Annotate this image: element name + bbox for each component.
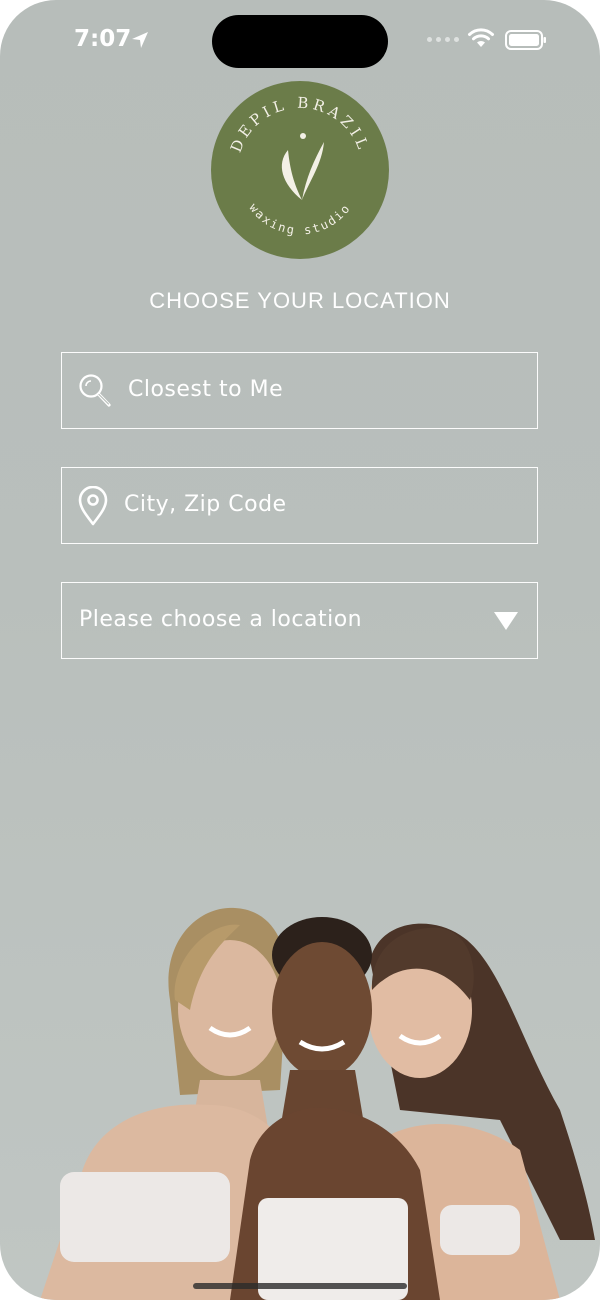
home-indicator[interactable]	[193, 1283, 407, 1289]
depil-brazil-logo: DEPIL BRAZIL waxing studio	[211, 81, 389, 259]
search-icon	[79, 374, 111, 407]
dropdown-triangle-icon	[494, 612, 518, 630]
hero-photo-three-women	[40, 907, 595, 1300]
city-zip-placeholder: City, Zip Code	[124, 492, 287, 517]
city-zip-input[interactable]: City, Zip Code	[61, 467, 538, 544]
wifi-icon	[468, 28, 494, 47]
location-arrow-icon	[132, 32, 148, 48]
battery-icon	[505, 30, 546, 50]
dynamic-island	[212, 15, 388, 68]
cellular-signal-icon	[427, 37, 459, 42]
closest-to-me-label: Closest to Me	[128, 377, 284, 402]
location-select[interactable]: Please choose a location	[61, 582, 538, 659]
location-select-value: Please choose a location	[79, 607, 363, 632]
status-time: 7:07	[74, 26, 132, 52]
closest-to-me-button[interactable]: Closest to Me	[61, 352, 538, 429]
map-pin-icon	[78, 486, 108, 526]
page-title: CHOOSE YOUR LOCATION	[149, 288, 451, 313]
app-screen: 7:07 DEPIL BRAZIL waxing studio CHOOSE Y…	[0, 0, 600, 1300]
